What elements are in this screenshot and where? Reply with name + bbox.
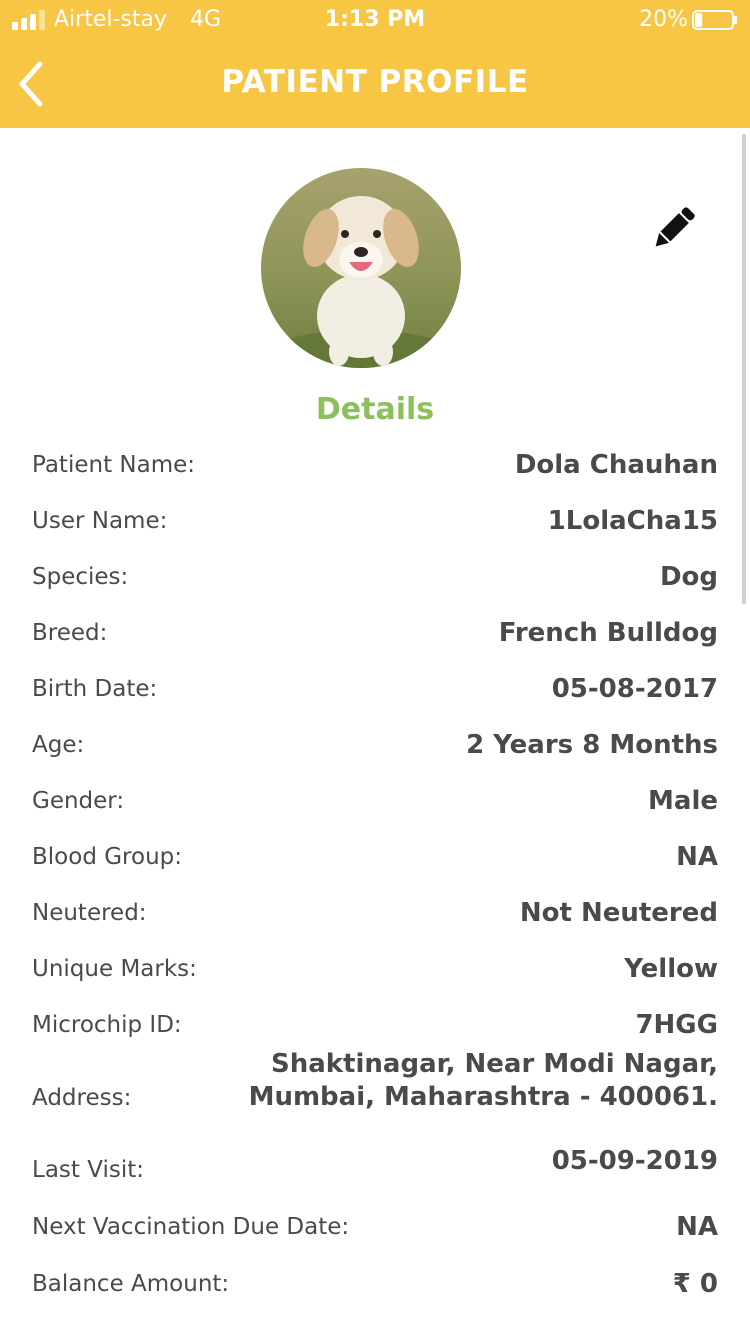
- detail-label: Patient Name:: [32, 452, 195, 478]
- detail-label: Breed:: [32, 620, 108, 646]
- detail-label: Neutered:: [32, 900, 147, 926]
- detail-value: Shaktinagar, Near Modi Nagar, Mumbai, Ma…: [248, 1049, 718, 1112]
- detail-value: Dog: [659, 562, 718, 592]
- detail-value: ₹ 0: [672, 1269, 718, 1299]
- detail-value: 05-08-2017: [551, 674, 718, 704]
- detail-label: Balance Amount:: [32, 1271, 230, 1297]
- edit-profile-button[interactable]: [648, 202, 700, 254]
- detail-label: Microchip ID:: [32, 1012, 182, 1038]
- detail-label: Last Visit:: [32, 1157, 144, 1183]
- detail-label: Birth Date:: [32, 676, 158, 702]
- detail-value: Dola Chauhan: [514, 450, 718, 480]
- detail-value: 2 Years 8 Months: [466, 730, 718, 760]
- battery-icon: [692, 10, 737, 30]
- detail-value: 7HGG: [635, 1010, 718, 1040]
- detail-value: Yellow: [624, 954, 718, 984]
- pencil-icon: [655, 207, 695, 247]
- detail-value: 05-09-2019: [551, 1146, 718, 1176]
- app-header: Airtel-stay 4G 1:13 PM 20% PATIENT PROFI…: [0, 0, 750, 128]
- detail-label: Species:: [32, 564, 129, 590]
- detail-label: Next Vaccination Due Date:: [32, 1214, 350, 1240]
- detail-label: User Name:: [32, 508, 168, 534]
- detail-label: Address:: [32, 1085, 132, 1111]
- detail-label: Unique Marks:: [32, 956, 197, 982]
- navigation-bar: PATIENT PROFILE: [0, 40, 750, 128]
- status-bar: Airtel-stay 4G 1:13 PM 20%: [0, 0, 750, 40]
- detail-label: Age:: [32, 732, 85, 758]
- pet-photo: [261, 168, 461, 368]
- detail-value: NA: [676, 842, 718, 872]
- profile-content[interactable]: Details Patient Name: Dola Chauhan User …: [0, 128, 750, 1334]
- detail-value: 1LolaCha15: [547, 506, 718, 536]
- detail-value: Male: [648, 786, 718, 816]
- detail-value: NA: [676, 1212, 718, 1242]
- detail-label: Blood Group:: [32, 844, 182, 870]
- status-time: 1:13 PM: [324, 7, 426, 32]
- scrollbar[interactable]: [742, 134, 746, 604]
- detail-value: French Bulldog: [498, 618, 718, 648]
- detail-label: Gender:: [32, 788, 125, 814]
- battery-percentage: 20%: [639, 7, 688, 32]
- detail-value: Not Neutered: [519, 898, 718, 928]
- details-heading: Details: [315, 392, 435, 427]
- page-title: PATIENT PROFILE: [221, 64, 529, 100]
